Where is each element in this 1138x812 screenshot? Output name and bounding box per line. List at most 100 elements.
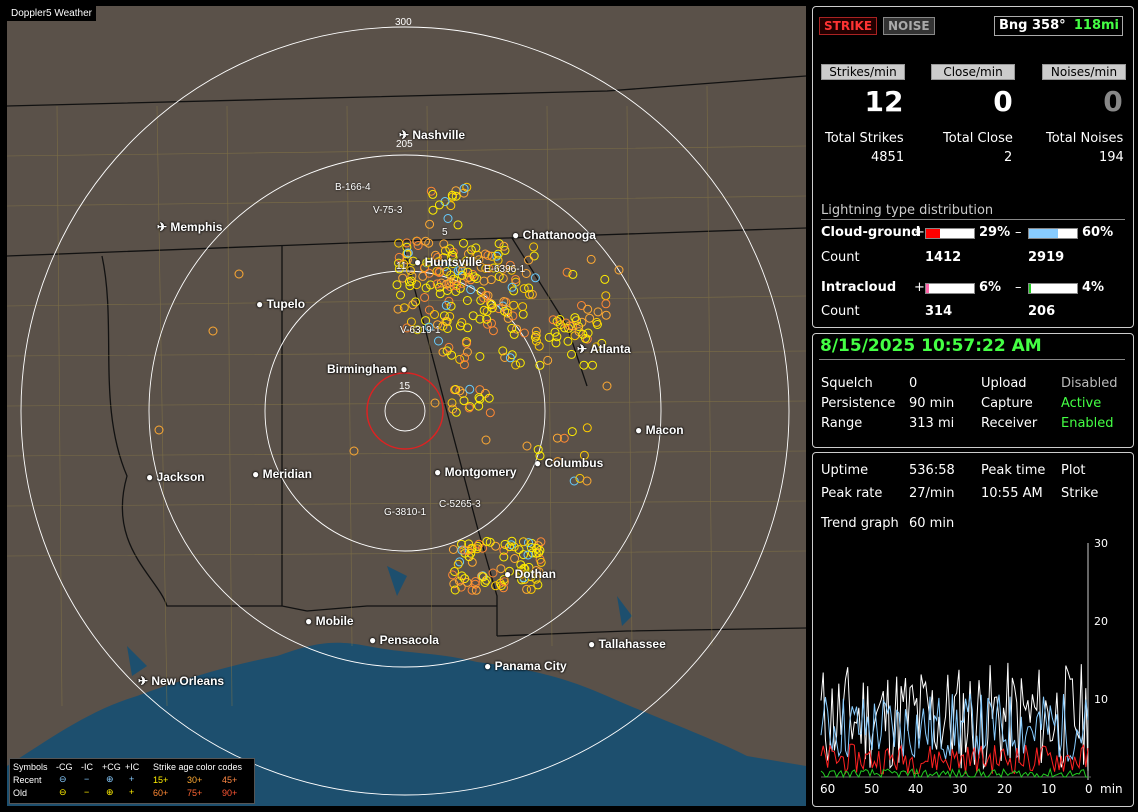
map-canvas[interactable] bbox=[7, 6, 806, 806]
noise-button[interactable]: NOISE bbox=[883, 17, 935, 35]
storm-label-5[interactable]: 5 bbox=[442, 227, 448, 238]
strike-marker bbox=[586, 254, 596, 264]
map-legend: Symbols -CG -IC +CG +IC Strike age color… bbox=[9, 758, 255, 804]
strike-button[interactable]: STRIKE bbox=[819, 17, 878, 35]
peak-rate-value: 27/min bbox=[909, 486, 955, 501]
squelch-label: Squelch bbox=[821, 376, 873, 391]
storm-label-e6396[interactable]: E-6396-1 bbox=[484, 264, 525, 275]
strike-marker bbox=[475, 385, 485, 395]
plot-value[interactable]: Strike bbox=[1061, 486, 1098, 501]
strike-marker bbox=[446, 201, 456, 211]
strike-marker bbox=[424, 305, 434, 315]
strike-marker bbox=[491, 541, 501, 551]
city-birmingham[interactable]: Birmingham ● bbox=[327, 362, 408, 376]
strike-marker bbox=[526, 584, 536, 594]
strike-marker bbox=[509, 300, 519, 310]
storm-label-v75[interactable]: V-75-3 bbox=[373, 205, 402, 216]
legend-old: Old bbox=[13, 788, 28, 798]
legend-pos-ic: +IC bbox=[125, 762, 140, 772]
city-pensacola[interactable]: ● Pensacola bbox=[369, 633, 439, 647]
city-jackson[interactable]: ● Jackson bbox=[146, 470, 205, 484]
city-huntsville[interactable]: ● Huntsville bbox=[414, 255, 482, 269]
upload-label: Upload bbox=[981, 376, 1027, 391]
close-per-min-value: 0 bbox=[993, 85, 1013, 118]
storm-label-c5265[interactable]: C-5265-3 bbox=[439, 499, 481, 510]
strike-marker bbox=[394, 238, 404, 248]
cg-plus-sign: + bbox=[914, 225, 925, 240]
city-dothan[interactable]: ● Dothan bbox=[504, 567, 556, 581]
strike-marker bbox=[459, 238, 468, 248]
strike-marker bbox=[579, 360, 589, 370]
city-panama-city[interactable]: ● Panama City bbox=[484, 659, 567, 673]
trend-graph-span[interactable]: 60 min bbox=[909, 516, 954, 531]
strike-marker bbox=[488, 326, 498, 336]
ic-label: Intracloud bbox=[821, 280, 897, 295]
city-atlanta[interactable]: ✈ Atlanta bbox=[577, 342, 631, 356]
status-panel: 8/15/2025 10:57:22 AM Squelch 0 Upload D… bbox=[812, 333, 1134, 448]
legend-age-90: 90+ bbox=[222, 788, 238, 798]
city-new-orleans[interactable]: ✈ New Orleans bbox=[138, 674, 224, 688]
close-per-min-button[interactable]: Close/min bbox=[931, 64, 1015, 80]
strike-marker bbox=[425, 219, 435, 229]
city-columbus[interactable]: ● Columbus bbox=[534, 456, 603, 470]
city-memphis[interactable]: ✈ Memphis bbox=[157, 220, 222, 234]
strike-marker bbox=[601, 299, 611, 309]
receiver-value: Enabled bbox=[1061, 416, 1114, 431]
strike-marker bbox=[518, 537, 528, 547]
trend-graph-label: Trend graph bbox=[821, 516, 899, 531]
storm-label-v6319[interactable]: V-6319-1 bbox=[400, 325, 441, 336]
legend-old-pos-cg-icon: ⊕ bbox=[106, 787, 114, 797]
noises-per-min-value: 0 bbox=[1103, 85, 1123, 118]
city-meridian[interactable]: ● Meridian bbox=[252, 467, 312, 481]
city-mobile[interactable]: ● Mobile bbox=[305, 614, 354, 628]
strike-marker bbox=[529, 251, 539, 261]
city-macon[interactable]: ● Macon bbox=[635, 423, 684, 437]
strike-marker bbox=[600, 274, 610, 284]
storm-label-b166[interactable]: B-166-4 bbox=[335, 182, 371, 193]
city-tupelo[interactable]: ● Tupelo bbox=[256, 297, 305, 311]
upload-value: Disabled bbox=[1061, 376, 1118, 391]
strike-marker bbox=[154, 425, 164, 435]
city-nashville[interactable]: ✈ Nashville bbox=[399, 128, 465, 142]
cg-pos-bar bbox=[925, 228, 975, 239]
peak-rate-label: Peak rate bbox=[821, 486, 883, 501]
total-noises-label: Total Noises bbox=[1046, 131, 1124, 146]
legend-age-45: 45+ bbox=[222, 775, 238, 785]
strike-marker bbox=[522, 584, 532, 594]
trend-line-ic-neg bbox=[820, 767, 1088, 779]
ic-neg-pct: 4% bbox=[1082, 280, 1105, 295]
storm-label-g3810[interactable]: G-3810-1 bbox=[384, 507, 426, 518]
noises-per-min-button[interactable]: Noises/min bbox=[1042, 64, 1126, 80]
storm-label-11[interactable]: 11 bbox=[396, 261, 406, 272]
cg-pos-count: 1412 bbox=[925, 250, 962, 265]
lightning-map[interactable]: Doppler5 Weather 300 205 15 ✈ Nashville … bbox=[7, 6, 806, 806]
strike-marker bbox=[459, 396, 469, 406]
city-chattanooga[interactable]: ● Chattanooga bbox=[512, 228, 596, 242]
strike-marker bbox=[505, 353, 515, 363]
x-tick-30: 30 bbox=[952, 782, 968, 796]
receiver-label: Receiver bbox=[981, 416, 1038, 431]
strike-marker bbox=[459, 184, 469, 193]
legend-recent-neg-cg-icon: ⊖ bbox=[59, 774, 67, 784]
peak-time-value: 10:55 AM bbox=[981, 486, 1043, 501]
bearing-readout: Bng 358° 118mi bbox=[994, 16, 1123, 36]
x-unit: min bbox=[1100, 782, 1123, 796]
strike-marker bbox=[430, 310, 439, 319]
distribution-title: Lightning type distribution bbox=[821, 203, 994, 218]
strike-marker bbox=[479, 276, 489, 286]
ic-neg-bar bbox=[1028, 283, 1078, 294]
y-tick-20: 20 bbox=[1094, 615, 1108, 628]
strike-marker bbox=[510, 554, 520, 563]
city-montgomery[interactable]: ● Montgomery bbox=[434, 465, 517, 479]
strikes-per-min-button[interactable]: Strikes/min bbox=[821, 64, 905, 80]
x-tick-40: 40 bbox=[908, 782, 924, 796]
city-tallahassee[interactable]: ● Tallahassee bbox=[588, 637, 666, 651]
legend-old-neg-cg-icon: ⊖ bbox=[59, 787, 67, 797]
cg-pos-bar-fill bbox=[926, 229, 940, 238]
distribution-divider bbox=[821, 219, 1125, 220]
strike-marker bbox=[475, 352, 485, 361]
ic-minus-sign: – bbox=[1015, 280, 1022, 295]
total-strikes-label: Total Strikes bbox=[825, 131, 904, 146]
map-title: Doppler5 Weather bbox=[7, 6, 96, 21]
ic-neg-bar-fill bbox=[1029, 284, 1031, 293]
